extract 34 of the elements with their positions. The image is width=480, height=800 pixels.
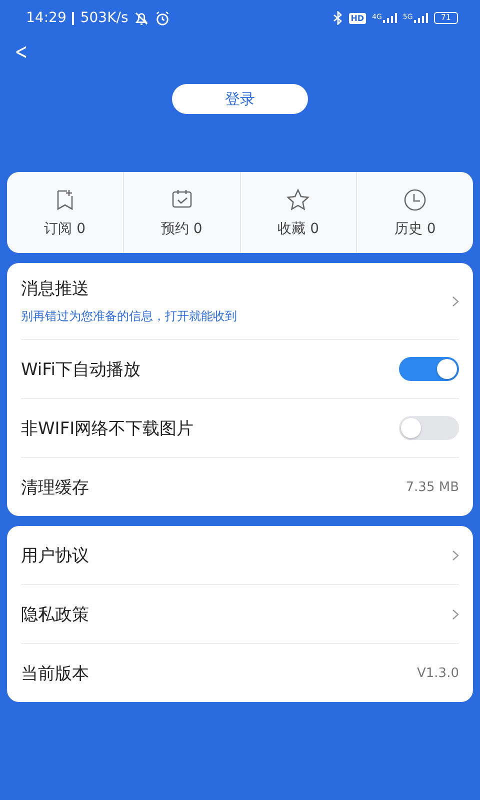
chevron-icon [452,550,459,560]
battery-icon: 71 [434,12,458,24]
clock-icon [403,188,428,212]
divider-mark [72,12,74,24]
bluetooth-icon [332,11,343,25]
setting-label: 用户协议 [21,544,89,566]
setting-label: 消息推送 [21,278,90,300]
stat-item[interactable]: 收藏 0 [240,172,356,253]
setting-row[interactable]: 消息推送 别再错过为您准备的信息，打开就能收到 [21,263,459,339]
star-icon [286,188,310,212]
toggle-switch[interactable] [399,357,459,381]
setting-label: 非WIFI网络不下载图片 [21,418,194,440]
setting-label: 当前版本 [21,662,89,684]
muted-bell-icon [134,10,150,26]
setting-value: 7.35 MB [406,480,459,494]
back-button[interactable]: < [12,40,30,65]
chevron-icon [452,608,459,620]
setting-row[interactable]: 用户协议 [21,526,459,584]
stat-item[interactable]: 历史 0 [356,172,473,253]
setting-description: 别再错过为您准备的信息，打开就能收到 [21,308,237,325]
stat-item[interactable]: 预约 0 [122,172,240,253]
hd-badge: HD [348,12,366,24]
clock-time: 14:29 [26,10,66,26]
setting-label: 隐私政策 [21,604,89,626]
setting-label: WiFi下自动播放 [21,358,140,380]
network-speed: 503K/s [80,10,128,26]
login-button[interactable]: 登录 [172,84,308,114]
toggle-switch[interactable] [399,416,459,440]
setting-value: V1.3.0 [417,666,459,680]
setting-row[interactable]: 隐私政策 [21,584,459,643]
stat-item[interactable]: 订阅 0 [7,172,123,253]
setting-label: 清理缓存 [21,476,89,498]
alarm-icon [155,10,170,26]
chevron-icon [452,296,459,306]
